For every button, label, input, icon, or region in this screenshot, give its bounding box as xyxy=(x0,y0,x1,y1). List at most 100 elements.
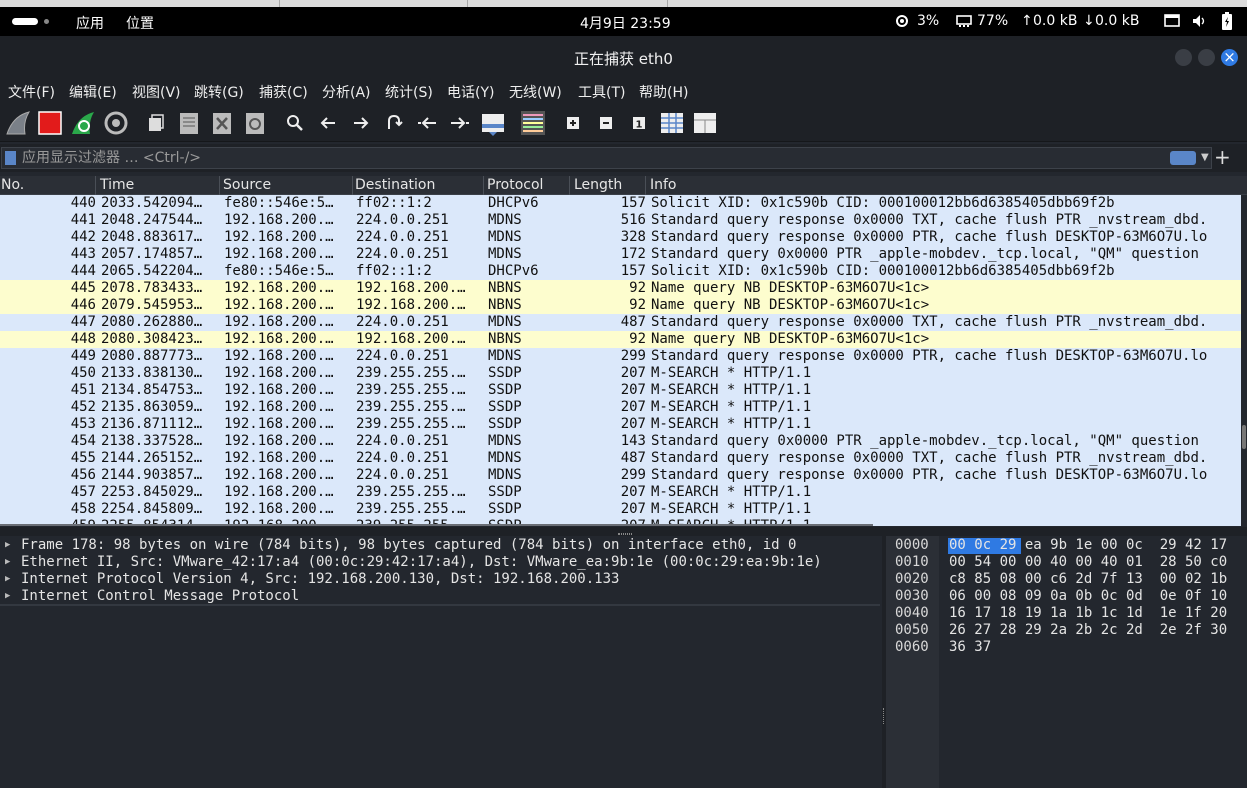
go-back-icon[interactable] xyxy=(313,108,343,138)
expand-arrow-icon[interactable]: ▶ xyxy=(5,554,10,571)
minimize-button[interactable] xyxy=(1175,49,1192,66)
detail-item-ethernet[interactable]: ▶ Ethernet II, Src: VMware_42:17:a4 (00:0… xyxy=(0,554,882,571)
go-to-packet-icon[interactable] xyxy=(379,108,409,138)
reload-file-icon[interactable] xyxy=(240,108,270,138)
shark-fin-start-icon[interactable] xyxy=(3,108,33,138)
column-divider[interactable] xyxy=(483,176,484,195)
bookmark-icon[interactable] xyxy=(5,151,16,165)
find-packet-icon[interactable] xyxy=(280,108,310,138)
layout-icon[interactable] xyxy=(690,108,720,138)
normal-size-icon[interactable]: 1 xyxy=(624,108,654,138)
volume-icon[interactable] xyxy=(1192,14,1208,28)
packet-row[interactable]: 457 2253.845029… 192.168.200.… 239.255.255.… xyxy=(0,484,1241,501)
packet-row[interactable]: 447 2080.262880… 192.168.200.… 224.0.0.251 M… xyxy=(0,314,1241,331)
hex-line[interactable]: 0000 00 0c 29 ea 9b 1e 00 0c 29 42 17 xyxy=(886,537,1247,554)
packet-row[interactable]: 448 2080.308423… 192.168.200.… 192.168.200.… xyxy=(0,331,1241,348)
column-header-source[interactable]: Source xyxy=(223,177,271,193)
first-packet-icon[interactable] xyxy=(412,108,442,138)
last-packet-icon[interactable] xyxy=(445,108,475,138)
hex-line[interactable]: 0060 36 37 xyxy=(886,639,1247,656)
packet-row[interactable]: 442 2048.883617… 192.168.200.… 224.0.0.251 M… xyxy=(0,229,1241,246)
menu-analyze[interactable]: 分析(A) xyxy=(322,82,371,102)
autoscroll-icon[interactable] xyxy=(478,108,508,138)
packet-list-vertical-scrollbar[interactable] xyxy=(1241,195,1247,526)
battery-icon[interactable] xyxy=(1222,12,1232,30)
menu-view[interactable]: 视图(V) xyxy=(132,82,181,102)
hex-line[interactable]: 0050 26 27 28 29 2a 2b 2c 2d 2e 2f 30 xyxy=(886,622,1247,639)
packet-row[interactable]: 450 2133.838130… 192.168.200.… 239.255.255.… xyxy=(0,365,1241,382)
apply-filter-arrow-icon[interactable] xyxy=(1170,151,1196,165)
maximize-button[interactable] xyxy=(1198,49,1215,66)
save-file-icon[interactable] xyxy=(174,108,204,138)
column-header-info[interactable]: Info xyxy=(650,177,677,193)
packet-row[interactable]: 444 2065.542204… fe80::546e:5… ff02::1:2 DHC… xyxy=(0,263,1241,280)
stop-capture-icon[interactable] xyxy=(35,108,65,138)
menu-capture[interactable]: 捕获(C) xyxy=(259,82,308,102)
menu-help[interactable]: 帮助(H) xyxy=(639,82,688,102)
packet-row[interactable]: 453 2136.871112… 192.168.200.… 239.255.255.… xyxy=(0,416,1241,433)
menu-go[interactable]: 跳转(G) xyxy=(194,82,244,102)
packet-row[interactable]: 446 2079.545953… 192.168.200.… 192.168.200.… xyxy=(0,297,1241,314)
packet-row[interactable]: 458 2254.845809… 192.168.200.… 239.255.255.… xyxy=(0,501,1241,518)
menu-telephony[interactable]: 电话(Y) xyxy=(447,82,494,102)
packet-row[interactable]: 452 2135.863059… 192.168.200.… 239.255.255.… xyxy=(0,399,1241,416)
clock[interactable]: 4月9日 23:59 xyxy=(580,13,671,33)
column-divider[interactable] xyxy=(352,176,353,195)
column-divider[interactable] xyxy=(95,176,96,195)
hex-line[interactable]: 0010 00 54 00 00 40 00 40 01 28 50 c0 xyxy=(886,554,1247,571)
close-file-icon[interactable] xyxy=(207,108,237,138)
column-divider[interactable] xyxy=(219,176,220,195)
expand-arrow-icon[interactable]: ▶ xyxy=(5,571,10,588)
filter-dropdown-icon[interactable]: ▼ xyxy=(1201,152,1209,163)
expand-arrow-icon[interactable]: ▶ xyxy=(5,537,10,554)
activities-indicator[interactable] xyxy=(12,18,38,25)
menu-statistics[interactable]: 统计(S) xyxy=(385,82,433,102)
zoom-out-icon[interactable] xyxy=(591,108,621,138)
tab[interactable] xyxy=(0,0,280,7)
packet-row[interactable]: 451 2134.854753… 192.168.200.… 239.255.255.… xyxy=(0,382,1241,399)
expand-arrow-icon[interactable]: ▶ xyxy=(5,588,10,605)
menu-file[interactable]: 文件(F) xyxy=(8,82,55,102)
close-button[interactable]: × xyxy=(1221,49,1238,66)
zoom-in-icon[interactable] xyxy=(558,108,588,138)
column-header-time[interactable]: Time xyxy=(100,177,134,193)
tab[interactable] xyxy=(280,0,468,7)
places-menu[interactable]: 位置 xyxy=(126,13,154,33)
menu-edit[interactable]: 编辑(E) xyxy=(69,82,117,102)
packet-row[interactable]: 445 2078.783433… 192.168.200.… 192.168.200.… xyxy=(0,280,1241,297)
capture-options-icon[interactable] xyxy=(101,108,131,138)
packet-row[interactable]: 454 2138.337528… 192.168.200.… 224.0.0.251 M… xyxy=(0,433,1241,450)
open-file-icon[interactable] xyxy=(141,108,171,138)
go-forward-icon[interactable] xyxy=(346,108,376,138)
hex-line[interactable]: 0040 16 17 18 19 1a 1b 1c 1d 1e 1f 20 xyxy=(886,605,1247,622)
column-header-protocol[interactable]: Protocol xyxy=(487,177,543,193)
display-filter-input[interactable] xyxy=(22,149,1162,167)
colorize-icon[interactable] xyxy=(518,108,548,138)
packet-row[interactable]: 440 2033.542094… fe80::546e:5… ff02::1:2 DHC… xyxy=(0,195,1241,212)
details-horizontal-scrollbar[interactable] xyxy=(0,604,880,606)
menu-wireless[interactable]: 无线(W) xyxy=(509,82,562,102)
packet-row[interactable]: 455 2144.265152… 192.168.200.… 224.0.0.251 M… xyxy=(0,450,1241,467)
hex-line[interactable]: 0020 c8 85 08 00 c6 2d 7f 13 00 02 1b xyxy=(886,571,1247,588)
packet-row[interactable]: 443 2057.174857… 192.168.200.… 224.0.0.251 M… xyxy=(0,246,1241,263)
screen-icon[interactable] xyxy=(1164,14,1180,28)
add-filter-button[interactable]: + xyxy=(1214,144,1231,170)
column-header-no[interactable]: No. xyxy=(1,177,24,193)
pane-splitter[interactable] xyxy=(0,527,1247,536)
tab[interactable] xyxy=(468,0,668,7)
detail-item-icmp[interactable]: ▶ Internet Control Message Protocol xyxy=(0,588,882,605)
detail-item-ipv4[interactable]: ▶ Internet Protocol Version 4, Src: 192.1… xyxy=(0,571,882,588)
column-divider[interactable] xyxy=(645,176,646,195)
scrollbar-thumb[interactable] xyxy=(1242,425,1246,449)
column-header-destination[interactable]: Destination xyxy=(355,177,435,193)
hex-line[interactable]: 0030 06 00 08 09 0a 0b 0c 0d 0e 0f 10 xyxy=(886,588,1247,605)
column-divider[interactable] xyxy=(569,176,570,195)
packet-row[interactable]: 456 2144.903857… 192.168.200.… 224.0.0.251 M… xyxy=(0,467,1241,484)
packet-row[interactable]: 449 2080.887773… 192.168.200.… 224.0.0.251 M… xyxy=(0,348,1241,365)
resize-columns-icon[interactable] xyxy=(657,108,687,138)
apps-menu[interactable]: 应用 xyxy=(76,13,104,33)
restart-capture-icon[interactable] xyxy=(68,108,98,138)
packet-list-horizontal-scrollbar[interactable] xyxy=(0,524,873,526)
splitter-grip[interactable] xyxy=(618,533,632,535)
detail-item-frame[interactable]: ▶ Frame 178: 98 bytes on wire (784 bits),… xyxy=(0,537,882,554)
